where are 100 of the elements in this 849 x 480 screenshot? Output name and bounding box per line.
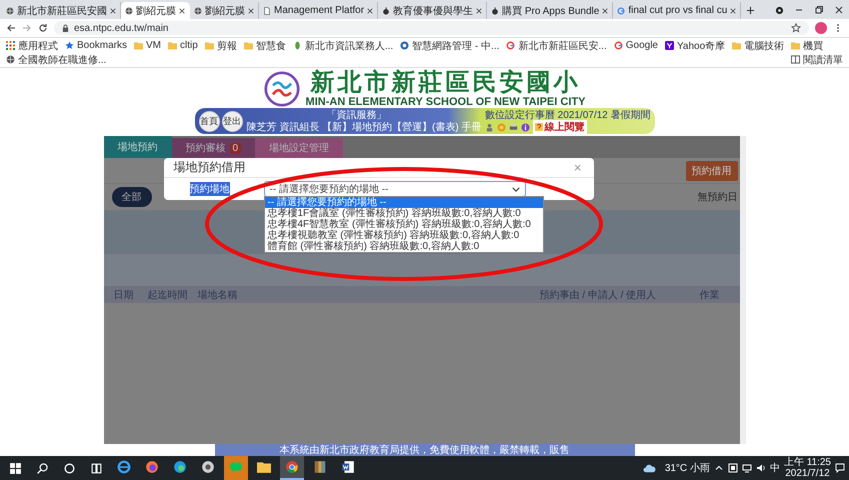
windows-logo-icon[interactable] [9, 462, 22, 474]
reserve-button[interactable]: 預約借用 [686, 160, 738, 180]
wave-circle-icon [173, 460, 187, 474]
yahoo-icon [664, 41, 674, 50]
fox-globe-icon [145, 460, 159, 474]
books-icon [313, 460, 327, 474]
close-icon[interactable] [602, 8, 608, 14]
close-icon[interactable] [730, 8, 736, 14]
column-header: 作業 [700, 288, 720, 302]
bookmark[interactable]: Bookmarks [65, 39, 128, 52]
search-icon[interactable] [36, 462, 49, 474]
browser-tab[interactable]: 劉紹元膜 [121, 2, 190, 19]
user-info: 陳芝芳 資訊組長 【新】場地預約【營運】(書表) 手冊 [246, 120, 482, 134]
globe-icon [6, 55, 15, 64]
globe-icon [6, 6, 14, 14]
document-icon [263, 6, 271, 14]
bookmark[interactable]: cltip [168, 39, 198, 52]
bookmark[interactable]: 智慧食 [244, 39, 286, 52]
bookmark[interactable]: 應用程式 [6, 39, 58, 52]
bookmark[interactable]: 機買 [791, 39, 824, 52]
close-icon[interactable] [248, 8, 254, 14]
reload-icon[interactable] [38, 23, 48, 33]
tray-app-icon[interactable] [728, 463, 738, 473]
close-icon[interactable] [110, 8, 116, 14]
folder-icon [168, 41, 178, 50]
folder-icon [244, 41, 253, 50]
notification-icon[interactable] [835, 463, 845, 473]
info-icon[interactable] [520, 122, 530, 132]
reading-list-button[interactable]: 閱讀清單 [791, 53, 843, 66]
column-header: 起迄時間 [148, 288, 188, 302]
dropdown-option[interactable]: -- 請選擇您要預約的場地 -- [264, 197, 542, 208]
footer-text: 本系統由新北市政府教育局提供，免費使用軟體，嚴禁轉載，販售 [280, 444, 570, 457]
back-arrow-icon[interactable] [6, 23, 16, 33]
close-icon[interactable] [179, 8, 185, 14]
school-logo-icon [264, 71, 300, 107]
star-icon[interactable] [791, 23, 801, 33]
section-label: 「資訊服務」 [326, 108, 386, 122]
address-field[interactable]: esa.ntpc.edu.tw/main [54, 21, 809, 35]
chrome-ring-icon [285, 460, 299, 474]
camera-icon [201, 460, 215, 474]
bookmark[interactable]: 剪報 [204, 39, 237, 52]
dropdown-option[interactable]: 忠孝樓1F會議室 (彈性審核預約) 容納班級數:0,容納人數:0 [264, 208, 542, 219]
school-name-english: MIN-AN ELEMENTARY SCHOOL OF NEW TAIPEI CITY [306, 96, 586, 108]
globe-icon [125, 6, 133, 14]
column-header: 日期 [114, 288, 134, 302]
bookmark[interactable]: Google [614, 39, 658, 52]
chat-bubble-icon [229, 460, 243, 474]
reading-list-icon [791, 55, 800, 64]
folder-icon [732, 41, 742, 50]
circle-icon[interactable] [63, 462, 76, 474]
all-filter-button[interactable]: 全部 [112, 187, 152, 207]
question-icon [534, 123, 542, 131]
leaf-icon [292, 41, 302, 50]
input-method-indicator[interactable]: 中 [770, 461, 780, 475]
avatar-icon[interactable] [815, 22, 827, 34]
folder-icon [204, 41, 214, 50]
dropdown-option[interactable]: 體育館 (彈性審核預約) 容納班級數:0,容納人數:0 [264, 241, 542, 252]
speaker-icon[interactable] [756, 463, 766, 473]
app-tab[interactable]: 場地預約 [104, 136, 172, 158]
new-tab-icon[interactable] [746, 6, 756, 15]
globe-icon [194, 6, 202, 14]
apps-grid-icon [6, 41, 15, 50]
bookmark[interactable]: Yahoo奇摩 [664, 39, 726, 52]
clock[interactable]: 上午 11:25 2021/7/12 [784, 457, 831, 479]
bookmark[interactable]: 智慧網路管理 - 中... [400, 39, 500, 52]
close-icon[interactable] [476, 8, 482, 14]
document-w-icon [341, 460, 355, 474]
school-name: 新北市新莊區民安國小 [310, 70, 580, 96]
bookmark[interactable]: 電腦技術 [732, 39, 784, 52]
restore-icon[interactable] [814, 5, 824, 15]
column-header: 場地名稱 [198, 288, 238, 302]
count-badge: 0 [230, 142, 242, 154]
header-nav-button[interactable]: 首頁 [198, 110, 220, 132]
status-note: 無預約日 [698, 191, 738, 204]
bookmark[interactable]: 新北市新莊區民安... [506, 39, 607, 52]
app-tab[interactable]: 預約審核 0 [172, 138, 256, 158]
help-link[interactable]: 線上閱覽 [532, 120, 586, 134]
task-view-icon[interactable] [90, 462, 103, 474]
google-icon [617, 6, 626, 14]
bookmark[interactable]: 全國教師在職進修... [6, 53, 106, 66]
google-icon [614, 41, 623, 50]
bookmark[interactable]: VM [134, 39, 162, 52]
google-icon [506, 41, 516, 50]
star-icon [65, 41, 74, 50]
folder-icon [791, 41, 800, 50]
chevron-down-icon [512, 186, 520, 192]
folder-icon [257, 460, 271, 474]
column-header: 預約事由 / 申請人 / 使用人 [540, 288, 658, 302]
close-icon[interactable] [834, 5, 844, 15]
date-notice: 數位設定行事曆 2021/07/12 暑假期間 [484, 108, 650, 122]
dropdown-option[interactable]: 忠孝樓視聽教室 (彈性審核預約) 容納班級數:0,容納人數:0 [264, 230, 542, 241]
bookmark[interactable]: 新北市資訊業務人... [292, 39, 394, 52]
printer-icon[interactable] [508, 122, 518, 132]
weather-text[interactable]: 31°C 小雨 [664, 461, 710, 475]
person-icon[interactable] [484, 122, 494, 132]
dropdown-option[interactable]: 忠孝樓4F智慧教室 (彈性審核預約) 容納班級數:0,容納人數:0 [264, 219, 542, 230]
header-nav-button[interactable]: 登出 [222, 110, 242, 132]
letter-e-icon [117, 460, 131, 474]
folder-icon [134, 41, 144, 50]
close-icon[interactable] [367, 8, 374, 14]
